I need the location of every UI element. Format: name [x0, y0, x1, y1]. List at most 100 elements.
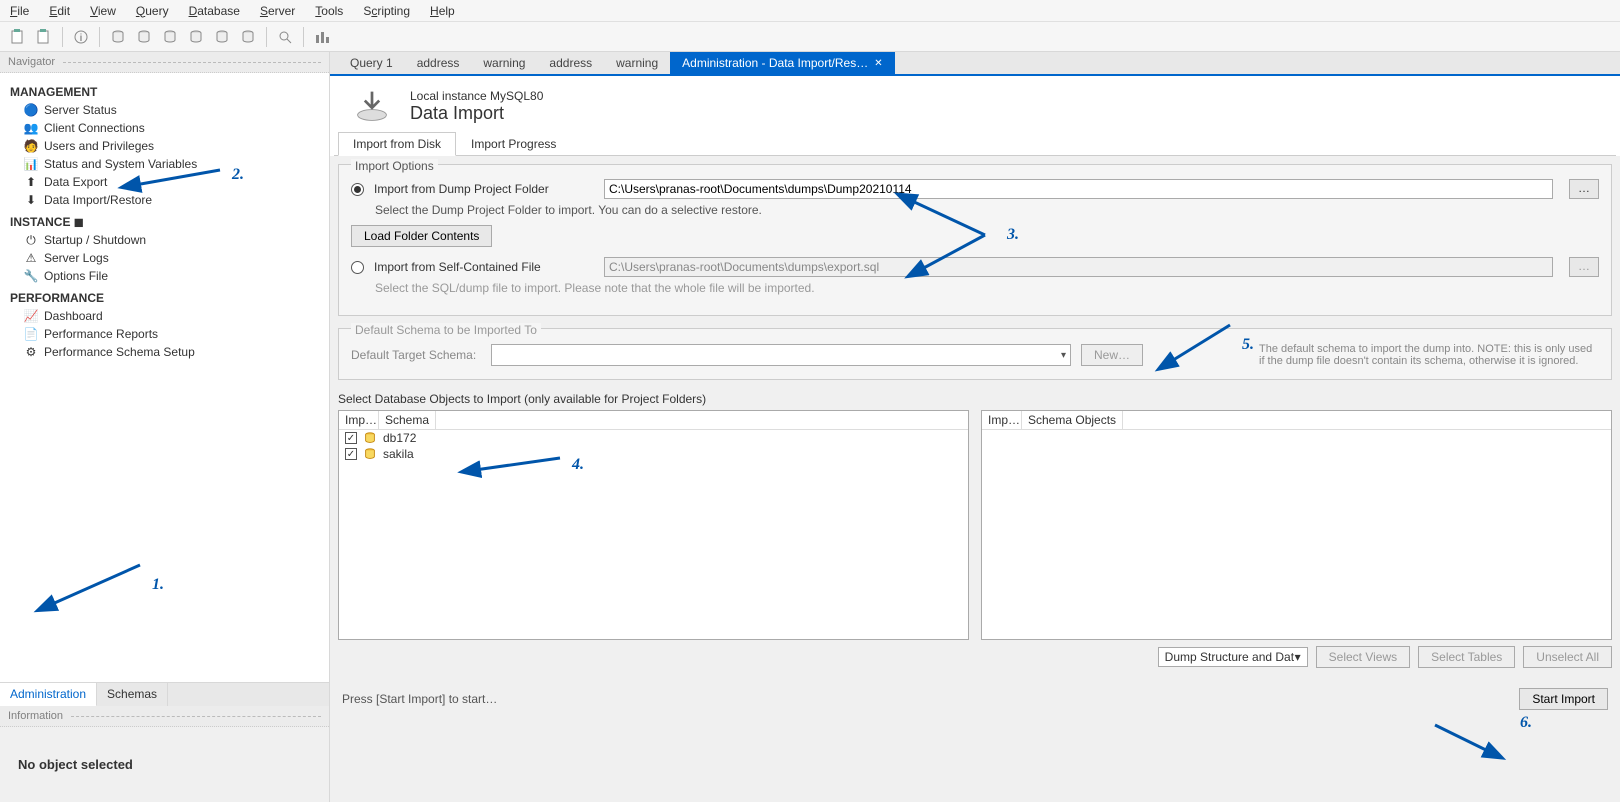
- default-schema-combo[interactable]: ▾: [491, 344, 1071, 366]
- nav-status-vars[interactable]: 📊Status and System Variables: [0, 155, 329, 173]
- navigator-title: Navigator: [0, 52, 329, 73]
- nav-perf-schema[interactable]: ⚙Performance Schema Setup: [0, 343, 329, 361]
- navigator-sidebar: Navigator MANAGEMENT 🔵Server Status 👥Cli…: [0, 52, 330, 802]
- menu-bar: File Edit View Query Database Server Too…: [0, 0, 1620, 22]
- etab-warning1[interactable]: warning: [471, 52, 537, 74]
- nav-tab-administration[interactable]: Administration: [0, 683, 97, 707]
- data-export-icon: ⬆: [24, 175, 38, 189]
- select-tables-button: Select Tables: [1418, 646, 1515, 668]
- menu-database[interactable]: Database: [185, 2, 244, 20]
- editor-tabs: Query 1 address warning address warning …: [330, 52, 1620, 76]
- list-item[interactable]: ✓ sakila: [339, 446, 968, 462]
- unselect-all-button: Unselect All: [1523, 646, 1612, 668]
- self-contained-hint: Select the SQL/dump file to import. Plea…: [375, 281, 1599, 295]
- startup-icon: ⏻: [24, 233, 38, 247]
- database-icon: [363, 447, 377, 461]
- default-schema-note: The default schema to import the dump in…: [1259, 343, 1599, 367]
- checkbox-icon[interactable]: ✓: [345, 432, 357, 444]
- new-schema-button[interactable]: New…: [1081, 344, 1143, 366]
- dump-folder-hint: Select the Dump Project Folder to import…: [375, 203, 1599, 217]
- section-instance: INSTANCE ◼: [0, 209, 329, 231]
- connections-icon: 👥: [24, 121, 38, 135]
- select-views-button: Select Views: [1316, 646, 1410, 668]
- tool-db-3[interactable]: [160, 27, 180, 47]
- import-icon: [354, 88, 390, 124]
- data-import-icon: ⬇: [24, 193, 38, 207]
- tool-db-6[interactable]: [238, 27, 258, 47]
- close-icon[interactable]: ✕: [874, 58, 882, 69]
- tab-import-disk[interactable]: Import from Disk: [338, 132, 456, 156]
- checkbox-icon[interactable]: ✓: [345, 448, 357, 460]
- tool-db-1[interactable]: [108, 27, 128, 47]
- menu-tools[interactable]: Tools: [311, 2, 347, 20]
- page-title: Data Import: [410, 103, 543, 124]
- nav-startup-shutdown[interactable]: ⏻Startup / Shutdown: [0, 231, 329, 249]
- tool-db-2[interactable]: [134, 27, 154, 47]
- server-status-icon: 🔵: [24, 103, 38, 117]
- menu-edit[interactable]: Edit: [45, 2, 74, 20]
- users-icon: 🧑: [24, 139, 38, 153]
- list-item[interactable]: ✓ db172: [339, 430, 968, 446]
- group-default-schema: Default Schema to be Imported To Default…: [338, 328, 1612, 380]
- logs-icon: ⚠: [24, 251, 38, 265]
- svg-text:i: i: [80, 33, 82, 44]
- default-schema-label: Default Target Schema:: [351, 348, 481, 362]
- browse-folder-button[interactable]: …: [1569, 179, 1599, 199]
- content-area: Query 1 address warning address warning …: [330, 52, 1620, 802]
- footer-hint: Press [Start Import] to start…: [342, 692, 497, 706]
- nav-client-connections[interactable]: 👥Client Connections: [0, 119, 329, 137]
- etab-warning2[interactable]: warning: [604, 52, 670, 74]
- nav-data-import[interactable]: ⬇Data Import/Restore: [0, 191, 329, 209]
- group-import-options: Import Options Import from Dump Project …: [338, 164, 1612, 316]
- nav-users-privileges[interactable]: 🧑Users and Privileges: [0, 137, 329, 155]
- database-icon: [363, 431, 377, 445]
- section-management: MANAGEMENT: [0, 79, 329, 101]
- dashboard-icon: 📈: [24, 309, 38, 323]
- objects-listbox[interactable]: Imp…Schema Objects: [981, 410, 1612, 640]
- schema-listbox[interactable]: Imp…Schema ✓ db172 ✓ sakila: [338, 410, 969, 640]
- nav-server-logs[interactable]: ⚠Server Logs: [0, 249, 329, 267]
- tab-import-progress[interactable]: Import Progress: [456, 132, 571, 155]
- tool-db-4[interactable]: [186, 27, 206, 47]
- menu-view[interactable]: View: [86, 2, 120, 20]
- tool-new-sql-1[interactable]: [8, 27, 28, 47]
- menu-scripting[interactable]: Scripting: [359, 2, 414, 20]
- etab-address2[interactable]: address: [537, 52, 604, 74]
- tool-new-sql-2[interactable]: [34, 27, 54, 47]
- schema-setup-icon: ⚙: [24, 345, 38, 359]
- nav-perf-reports[interactable]: 📄Performance Reports: [0, 325, 329, 343]
- menu-help[interactable]: Help: [426, 2, 459, 20]
- tool-dashboard[interactable]: [312, 27, 332, 47]
- radio-self-contained-label: Import from Self-Contained File: [374, 260, 594, 274]
- start-import-button[interactable]: Start Import: [1519, 688, 1608, 710]
- reports-icon: 📄: [24, 327, 38, 341]
- etab-address1[interactable]: address: [405, 52, 472, 74]
- menu-query[interactable]: Query: [132, 2, 173, 20]
- chevron-down-icon: ▾: [1061, 350, 1066, 361]
- information-body: No object selected: [0, 727, 329, 802]
- etab-admin-import[interactable]: Administration - Data Import/Res…✕: [670, 52, 894, 74]
- page-subtitle: Local instance MySQL80: [410, 89, 543, 103]
- tool-db-5[interactable]: [212, 27, 232, 47]
- menu-file[interactable]: File: [6, 2, 33, 20]
- instance-icon: ◼: [74, 215, 84, 229]
- information-title: Information: [0, 706, 329, 727]
- radio-dump-folder[interactable]: [351, 183, 364, 196]
- etab-query1[interactable]: Query 1: [338, 52, 405, 74]
- nav-server-status[interactable]: 🔵Server Status: [0, 101, 329, 119]
- nav-options-file[interactable]: 🔧Options File: [0, 267, 329, 285]
- dump-folder-path[interactable]: [604, 179, 1553, 199]
- section-performance: PERFORMANCE: [0, 285, 329, 307]
- radio-self-contained[interactable]: [351, 261, 364, 274]
- nav-dashboard[interactable]: 📈Dashboard: [0, 307, 329, 325]
- toolbar: i: [0, 22, 1620, 52]
- load-folder-button[interactable]: Load Folder Contents: [351, 225, 492, 247]
- status-vars-icon: 📊: [24, 157, 38, 171]
- nav-tab-schemas[interactable]: Schemas: [97, 683, 168, 706]
- nav-data-export[interactable]: ⬆Data Export: [0, 173, 329, 191]
- tool-info[interactable]: i: [71, 27, 91, 47]
- dump-type-select[interactable]: Dump Structure and Dat▾: [1158, 647, 1308, 667]
- menu-server[interactable]: Server: [256, 2, 299, 20]
- objects-label: Select Database Objects to Import (only …: [338, 392, 1612, 406]
- tool-search[interactable]: [275, 27, 295, 47]
